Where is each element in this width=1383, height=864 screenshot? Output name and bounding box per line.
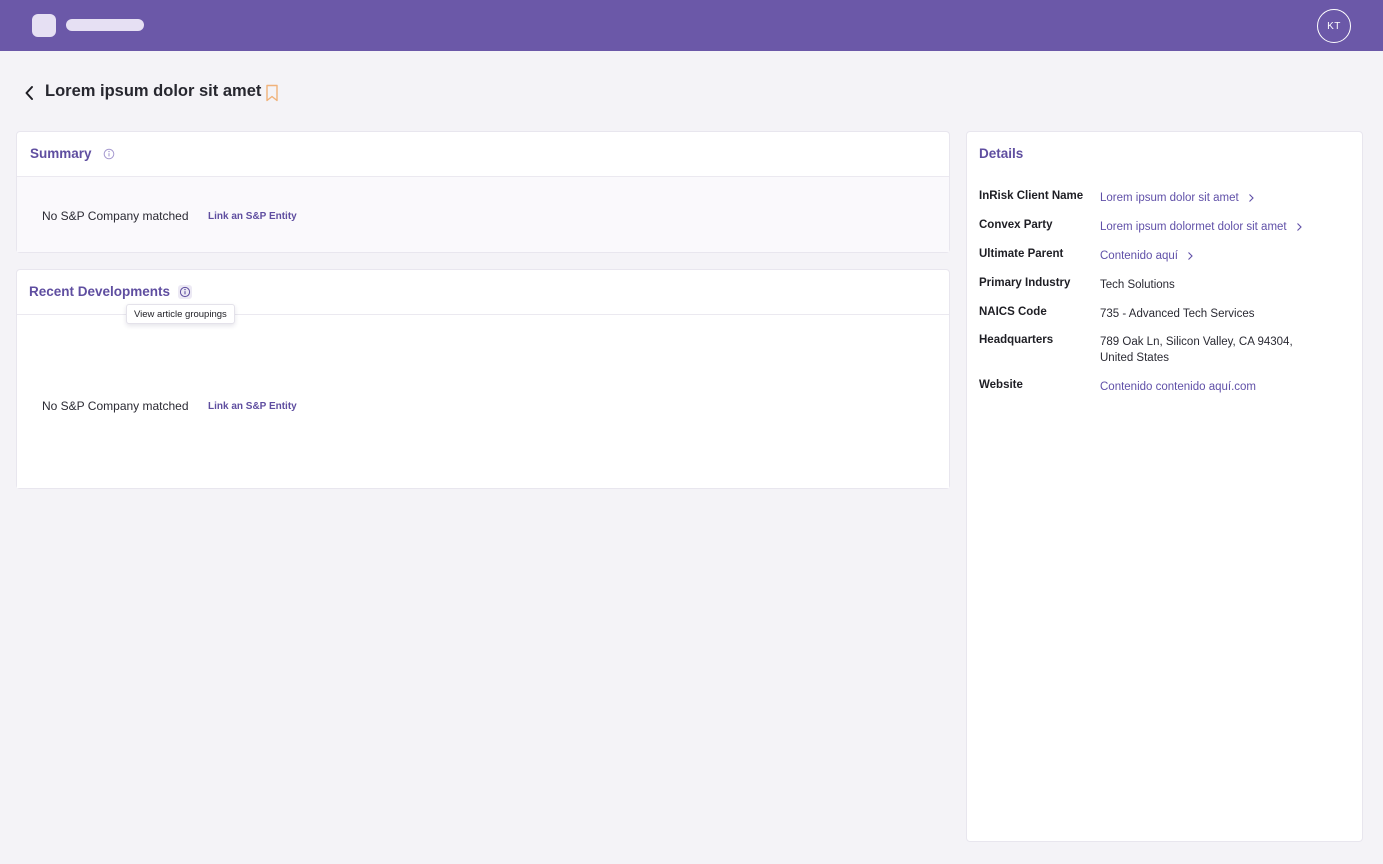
chevron-right-icon xyxy=(1188,252,1193,260)
chevron-left-icon xyxy=(25,86,33,100)
top-bar: KT xyxy=(0,0,1383,51)
detail-label-client-name: InRisk Client Name xyxy=(979,190,1084,202)
chevron-right-icon xyxy=(1248,194,1254,202)
app-logo-icon[interactable] xyxy=(32,14,56,37)
bookmark-icon xyxy=(266,84,278,102)
recent-empty-text: No S&P Company matched xyxy=(42,399,189,413)
detail-link-ultimate-parent[interactable]: Contenido aquí xyxy=(1100,248,1194,264)
detail-label-naics-code: NAICS Code xyxy=(979,306,1047,318)
app-name-placeholder xyxy=(66,19,144,31)
summary-card: Summary No S&P Company matched Link an S… xyxy=(16,131,950,253)
detail-label-ultimate-parent: Ultimate Parent xyxy=(979,248,1064,260)
article-groupings-tooltip: View article groupings xyxy=(126,304,235,324)
recent-link-entity-button[interactable]: Link an S&P Entity xyxy=(208,401,297,412)
headquarters-line-2: United States xyxy=(1100,352,1170,364)
summary-body: No S&P Company matched Link an S&P Entit… xyxy=(17,177,949,252)
detail-label-headquarters: Headquarters xyxy=(979,334,1054,346)
info-icon[interactable] xyxy=(103,148,115,160)
detail-link-website[interactable]: Contenido contenido aquí.com xyxy=(1100,379,1256,395)
detail-value-convex-party: Lorem ipsum dolormet dolor sit amet xyxy=(1100,221,1287,233)
detail-value-headquarters: 789 Oak Ln, Silicon Valley, CA 94304, Un… xyxy=(1100,334,1293,366)
page-title: Lorem ipsum dolor sit amet xyxy=(45,82,262,100)
recent-developments-title: Recent Developments xyxy=(29,284,171,299)
detail-label-primary-industry: Primary Industry xyxy=(979,277,1071,289)
summary-header: Summary xyxy=(17,132,949,177)
detail-link-client-name[interactable]: Lorem ipsum dolor sit amet xyxy=(1100,190,1255,206)
detail-value-primary-industry: Tech Solutions xyxy=(1100,279,1175,291)
back-button[interactable] xyxy=(20,83,38,103)
details-title: Details xyxy=(979,146,1024,161)
summary-link-entity-button[interactable]: Link an S&P Entity xyxy=(208,211,297,222)
details-card: Details InRisk Client Name Lorem ipsum d… xyxy=(966,131,1363,842)
recent-developments-body: No S&P Company matched Link an S&P Entit… xyxy=(17,315,949,488)
user-avatar[interactable]: KT xyxy=(1317,9,1351,43)
detail-label-website: Website xyxy=(979,379,1023,391)
detail-label-convex-party: Convex Party xyxy=(979,219,1053,231)
summary-title: Summary xyxy=(30,146,92,161)
bookmark-button[interactable] xyxy=(265,84,281,102)
detail-value-naics-code: 735 - Advanced Tech Services xyxy=(1100,308,1255,320)
detail-value-ultimate-parent: Contenido aquí xyxy=(1100,250,1179,262)
chevron-right-icon xyxy=(1296,223,1302,231)
summary-empty-text: No S&P Company matched xyxy=(42,209,189,223)
headquarters-line-1: 789 Oak Ln, Silicon Valley, CA 94304, xyxy=(1100,336,1293,348)
detail-value-client-name: Lorem ipsum dolor sit amet xyxy=(1100,192,1239,204)
detail-link-convex-party[interactable]: Lorem ipsum dolormet dolor sit amet xyxy=(1100,219,1303,235)
recent-developments-card: Recent Developments No S&P Company match… xyxy=(16,269,950,489)
info-icon[interactable] xyxy=(178,285,192,299)
